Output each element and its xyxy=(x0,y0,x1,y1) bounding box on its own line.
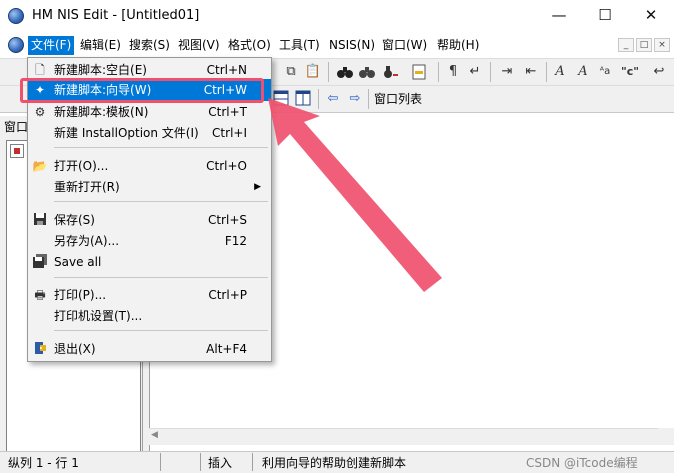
scroll-left-arrow-icon[interactable]: ◀ xyxy=(151,430,158,440)
mdi-minimize-button[interactable]: _ xyxy=(618,38,634,52)
script-file-icon[interactable] xyxy=(10,144,24,158)
insert-mode: 插入 xyxy=(208,456,233,470)
menu-item-shortcut: Ctrl+T xyxy=(208,105,247,119)
word-wrap-icon[interactable]: ↵ xyxy=(466,63,484,81)
menu-separator xyxy=(54,147,268,148)
exit-door-icon xyxy=(32,341,48,357)
toolbar-separator xyxy=(490,62,491,82)
menu-item-label: Save all xyxy=(54,255,102,269)
pilcrow-icon[interactable]: ¶ xyxy=(444,63,462,81)
status-divider xyxy=(252,453,253,471)
status-divider xyxy=(200,453,201,471)
font-a-icon[interactable]: A xyxy=(551,63,569,81)
find-next-icon[interactable] xyxy=(358,63,376,81)
prev-window-icon[interactable]: ⇦ xyxy=(324,90,342,108)
status-hint: 利用向导的帮助创建新脚本 xyxy=(262,456,407,470)
menu-item-print[interactable]: 🖶 打印(P)... Ctrl+P xyxy=(28,284,271,306)
menu-separator xyxy=(54,201,268,202)
replace-icon[interactable] xyxy=(382,63,400,81)
toolbar-separator xyxy=(546,62,547,82)
document-globe-icon[interactable] xyxy=(8,37,24,53)
menu-separator xyxy=(54,277,268,278)
case-icon[interactable]: ᴬa xyxy=(596,63,614,81)
menu-search[interactable]: 搜索(S) xyxy=(126,36,173,55)
goto-line-icon[interactable] xyxy=(410,63,428,81)
tile-vertical-icon[interactable] xyxy=(294,90,312,108)
menu-window[interactable]: 窗口(W) xyxy=(379,36,430,55)
font-b-icon[interactable]: A xyxy=(574,63,592,81)
menu-item-exit[interactable]: 退出(X) Alt+F4 xyxy=(28,338,271,360)
menu-item-label: 重新打开(R) xyxy=(54,180,120,194)
menu-item-label: 新建脚本:模板(N) xyxy=(54,105,149,119)
menu-item-shortcut: Ctrl+S xyxy=(207,213,247,227)
toolbar-separator xyxy=(438,62,439,82)
menu-item-label: 另存为(A)... xyxy=(54,234,120,248)
tile-horizontal-icon[interactable] xyxy=(272,90,290,108)
menu-item-shortcut: F12 xyxy=(224,234,247,248)
menu-item-shortcut: Ctrl+I xyxy=(212,126,247,140)
annotation-highlight-box xyxy=(20,78,264,103)
menu-item-save-as[interactable]: 另存为(A)... F12 xyxy=(28,230,271,252)
find-binoculars-icon[interactable] xyxy=(336,63,354,81)
menu-help[interactable]: 帮助(H) xyxy=(434,36,482,55)
save-all-icon xyxy=(32,254,48,270)
template-icon: ⚙ xyxy=(34,105,46,119)
toolbar-separator xyxy=(318,89,319,109)
mdi-restore-button[interactable]: □ xyxy=(636,38,652,52)
menu-item-label: 新建 InstallOption 文件(I) xyxy=(54,126,199,140)
menu-item-label: 打开(O)... xyxy=(54,159,109,173)
minimize-button[interactable]: — xyxy=(536,0,582,32)
menu-item-label: 保存(S) xyxy=(54,213,95,227)
watermark-text: CSDN @iTcode编程 xyxy=(526,456,638,470)
window-panel-title: 窗口 xyxy=(4,120,29,134)
menu-item-label: 打印机设置(T)... xyxy=(54,309,143,323)
menu-item-save[interactable]: 保存(S) Ctrl+S xyxy=(28,209,271,231)
menu-item-shortcut: Ctrl+O xyxy=(206,159,247,173)
menu-nsis[interactable]: NSIS(N) xyxy=(326,36,378,55)
app-globe-icon xyxy=(8,8,24,24)
menu-item-open[interactable]: 📂 打开(O)... Ctrl+O xyxy=(28,155,271,177)
menu-item-label: 打印(P)... xyxy=(54,288,107,302)
menu-item-shortcut: Alt+F4 xyxy=(206,342,247,356)
menu-item-printer-setup[interactable]: 打印机设置(T)... xyxy=(28,305,271,327)
menu-edit[interactable]: 编辑(E) xyxy=(77,36,124,55)
maximize-button[interactable]: ☐ xyxy=(582,0,628,32)
menu-item-new-installoption[interactable]: 新建 InstallOption 文件(I) Ctrl+I xyxy=(28,122,271,144)
outdent-icon[interactable]: ⇤ xyxy=(522,63,540,81)
menu-item-label: 退出(X) xyxy=(54,342,96,356)
menu-format[interactable]: 格式(O) xyxy=(225,36,274,55)
quote-c-icon[interactable]: "c" xyxy=(618,63,642,81)
window-title: HM NIS Edit - [Untitled01] xyxy=(32,8,200,23)
menu-item-save-all[interactable]: Save all xyxy=(28,251,271,273)
menu-file[interactable]: 文件(F) xyxy=(28,36,75,55)
submenu-arrow-icon: ▶ xyxy=(254,182,261,192)
open-folder-icon: 📂 xyxy=(32,159,48,173)
menu-tools[interactable]: 工具(T) xyxy=(276,36,323,55)
paste-icon[interactable]: 📋 xyxy=(304,63,322,81)
close-button[interactable]: ✕ xyxy=(628,0,674,32)
new-file-icon: 🗋 xyxy=(35,63,45,77)
menu-view[interactable]: 视图(V) xyxy=(175,36,223,55)
window-list-button[interactable]: 窗口列表 xyxy=(370,89,426,109)
menu-item-reopen[interactable]: 重新打开(R) ▶ xyxy=(28,176,271,198)
menu-item-shortcut: Ctrl+P xyxy=(208,288,247,302)
menu-item-new-template[interactable]: ⚙ 新建脚本:模板(N) Ctrl+T xyxy=(28,101,271,123)
indent-icon[interactable]: ⇥ xyxy=(498,63,516,81)
horizontal-scrollbar[interactable] xyxy=(149,428,658,445)
printer-icon: 🖶 xyxy=(34,288,46,302)
toolbar-separator xyxy=(328,62,329,82)
comment-icon[interactable]: ↩ xyxy=(650,63,668,81)
save-icon xyxy=(32,212,48,228)
mdi-close-button[interactable]: × xyxy=(654,38,670,52)
status-divider xyxy=(160,453,161,471)
cursor-position: 纵列 1 - 行 1 xyxy=(8,456,79,470)
copy-icon[interactable]: ⧉ xyxy=(282,63,300,81)
next-window-icon[interactable]: ⇨ xyxy=(346,90,364,108)
toolbar-separator xyxy=(368,89,369,109)
menu-separator xyxy=(54,330,268,331)
scroll-corner xyxy=(658,428,674,445)
